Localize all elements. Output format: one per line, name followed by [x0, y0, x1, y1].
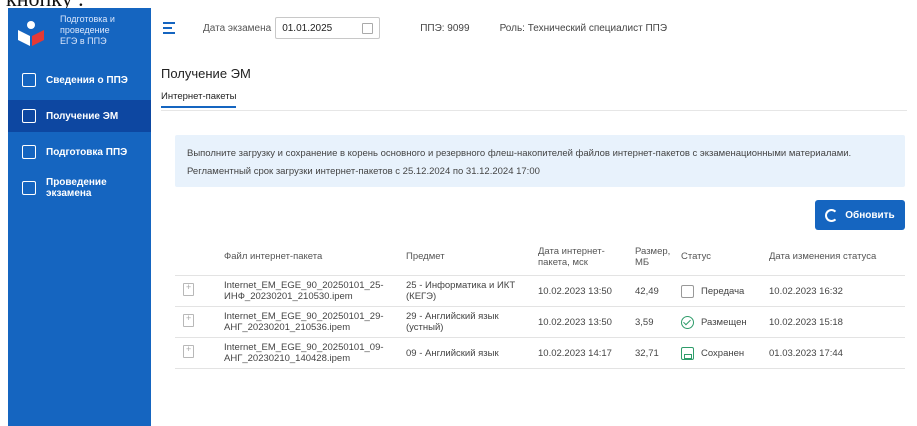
top-header: Дата экзамена 01.01.2025 ППЭ: 9099 Роль:… — [151, 8, 917, 48]
status-cell: Размещен — [681, 315, 769, 329]
column-header-file[interactable]: Файл интернет-пакета — [224, 251, 406, 262]
file-name: Internet_EM_EGE_90_20250101_09-АНГ_20230… — [224, 342, 384, 364]
column-header-changed[interactable]: Дата изменения статуса — [769, 251, 905, 262]
package-size: 42,49 — [635, 285, 659, 297]
table-row[interactable]: Internet_EM_EGE_90_20250101_25-ИНФ_20230… — [175, 276, 905, 307]
status-cell: Сохранен — [681, 346, 769, 360]
edit-icon — [22, 109, 36, 123]
status-changed-date: 01.03.2023 17:44 — [769, 347, 843, 359]
user-role: Роль: Технический специалист ППЭ — [499, 22, 668, 34]
status-text: Сохранен — [701, 347, 745, 359]
info-banner: Выполните загрузку и сохранение в корень… — [175, 135, 905, 187]
sidebar-item-prepare-ppe[interactable]: Подготовка ППЭ — [8, 136, 151, 168]
document-icon — [22, 181, 36, 195]
main-area: Дата экзамена 01.01.2025 ППЭ: 9099 Роль:… — [151, 8, 917, 426]
exam-date-value: 01.01.2025 — [282, 22, 333, 34]
exam-date-label: Дата экзамена — [203, 22, 272, 34]
sidebar-item-label: Подготовка ППЭ — [46, 146, 128, 158]
subject: 29 - Английский язык (устный) — [406, 311, 499, 333]
info-text-line2: Регламентный срок загрузки интернет-паке… — [187, 166, 540, 177]
package-size: 3,59 — [635, 316, 654, 328]
table-header: Файл интернет-пакета Предмет Дата интерн… — [175, 238, 905, 276]
app-page: кнопку . Подготовка и проведение ЕГЭ в П… — [0, 0, 917, 426]
status-text: Размещен — [701, 316, 747, 328]
login-icon — [22, 145, 36, 159]
info-icon — [22, 73, 36, 87]
packages-table: Файл интернет-пакета Предмет Дата интерн… — [175, 238, 905, 369]
calendar-icon[interactable] — [362, 23, 374, 34]
status-cell: Передача — [681, 284, 769, 298]
package-date: 10.02.2023 13:50 — [538, 285, 612, 297]
package-size: 32,71 — [635, 347, 659, 359]
column-header-date[interactable]: Дата интернет-пакета, мск — [538, 246, 635, 268]
file-name: Internet_EM_EGE_90_20250101_25-ИНФ_20230… — [224, 280, 384, 302]
subject: 25 - Информатика и ИКТ (КЕГЭ) — [406, 280, 516, 302]
exam-date-input[interactable]: 01.01.2025 — [275, 17, 381, 39]
sidebar-item-conduct-exam[interactable]: Проведение экзамена — [8, 172, 151, 204]
package-date: 10.02.2023 13:50 — [538, 316, 612, 328]
status-changed-date: 10.02.2023 15:18 — [769, 316, 843, 328]
ppe-code: ППЭ: 9099 — [420, 22, 470, 34]
book-logo-icon — [16, 18, 46, 48]
subject: 09 - Английский язык — [406, 347, 499, 359]
file-add-icon[interactable] — [183, 313, 194, 327]
file-add-icon[interactable] — [183, 344, 194, 358]
tab-internet-packages[interactable]: Интернет-пакеты — [161, 91, 237, 108]
sidebar-item-label: Получение ЭМ — [46, 110, 119, 122]
save-icon — [681, 346, 694, 360]
table-row[interactable]: Internet_EM_EGE_90_20250101_29-АНГ_20230… — [175, 307, 905, 338]
sidebar-item-label: Проведение экзамена — [46, 177, 107, 199]
app-name: Подготовка и проведение ЕГЭ в ППЭ — [60, 14, 115, 46]
refresh-label: Обновить — [845, 209, 895, 221]
sidebar-item-receive-em[interactable]: Получение ЭМ — [8, 100, 151, 132]
file-add-icon[interactable] — [183, 282, 194, 296]
column-header-status[interactable]: Статус — [681, 251, 769, 262]
column-header-subject[interactable]: Предмет — [406, 251, 538, 262]
refresh-button[interactable]: Обновить — [815, 200, 905, 230]
tab-divider — [161, 110, 907, 111]
sidebar-item-ppe-info[interactable]: Сведения о ППЭ — [8, 64, 151, 96]
refresh-icon — [825, 208, 839, 222]
status-changed-date: 10.02.2023 16:32 — [769, 285, 843, 297]
page-title: Получение ЭМ — [161, 66, 251, 81]
app-logo[interactable]: Подготовка и проведение ЕГЭ в ППЭ — [8, 8, 151, 60]
sidebar-item-label: Сведения о ППЭ — [46, 74, 128, 86]
menu-collapse-icon[interactable] — [163, 22, 177, 34]
check-circle-icon — [681, 315, 694, 329]
sidebar: Подготовка и проведение ЕГЭ в ППЭ Сведен… — [8, 8, 151, 426]
file-name: Internet_EM_EGE_90_20250101_29-АНГ_20230… — [224, 311, 384, 333]
column-header-size[interactable]: Размер, МБ — [635, 246, 681, 268]
package-date: 10.02.2023 14:17 — [538, 347, 612, 359]
content-panel: Получение ЭМ Интернет-пакеты Выполните з… — [151, 48, 917, 426]
transfer-icon — [681, 284, 694, 298]
table-row[interactable]: Internet_EM_EGE_90_20250101_09-АНГ_20230… — [175, 338, 905, 369]
info-text-line1: Выполните загрузку и сохранение в корень… — [187, 148, 852, 159]
status-text: Передача — [701, 285, 745, 297]
